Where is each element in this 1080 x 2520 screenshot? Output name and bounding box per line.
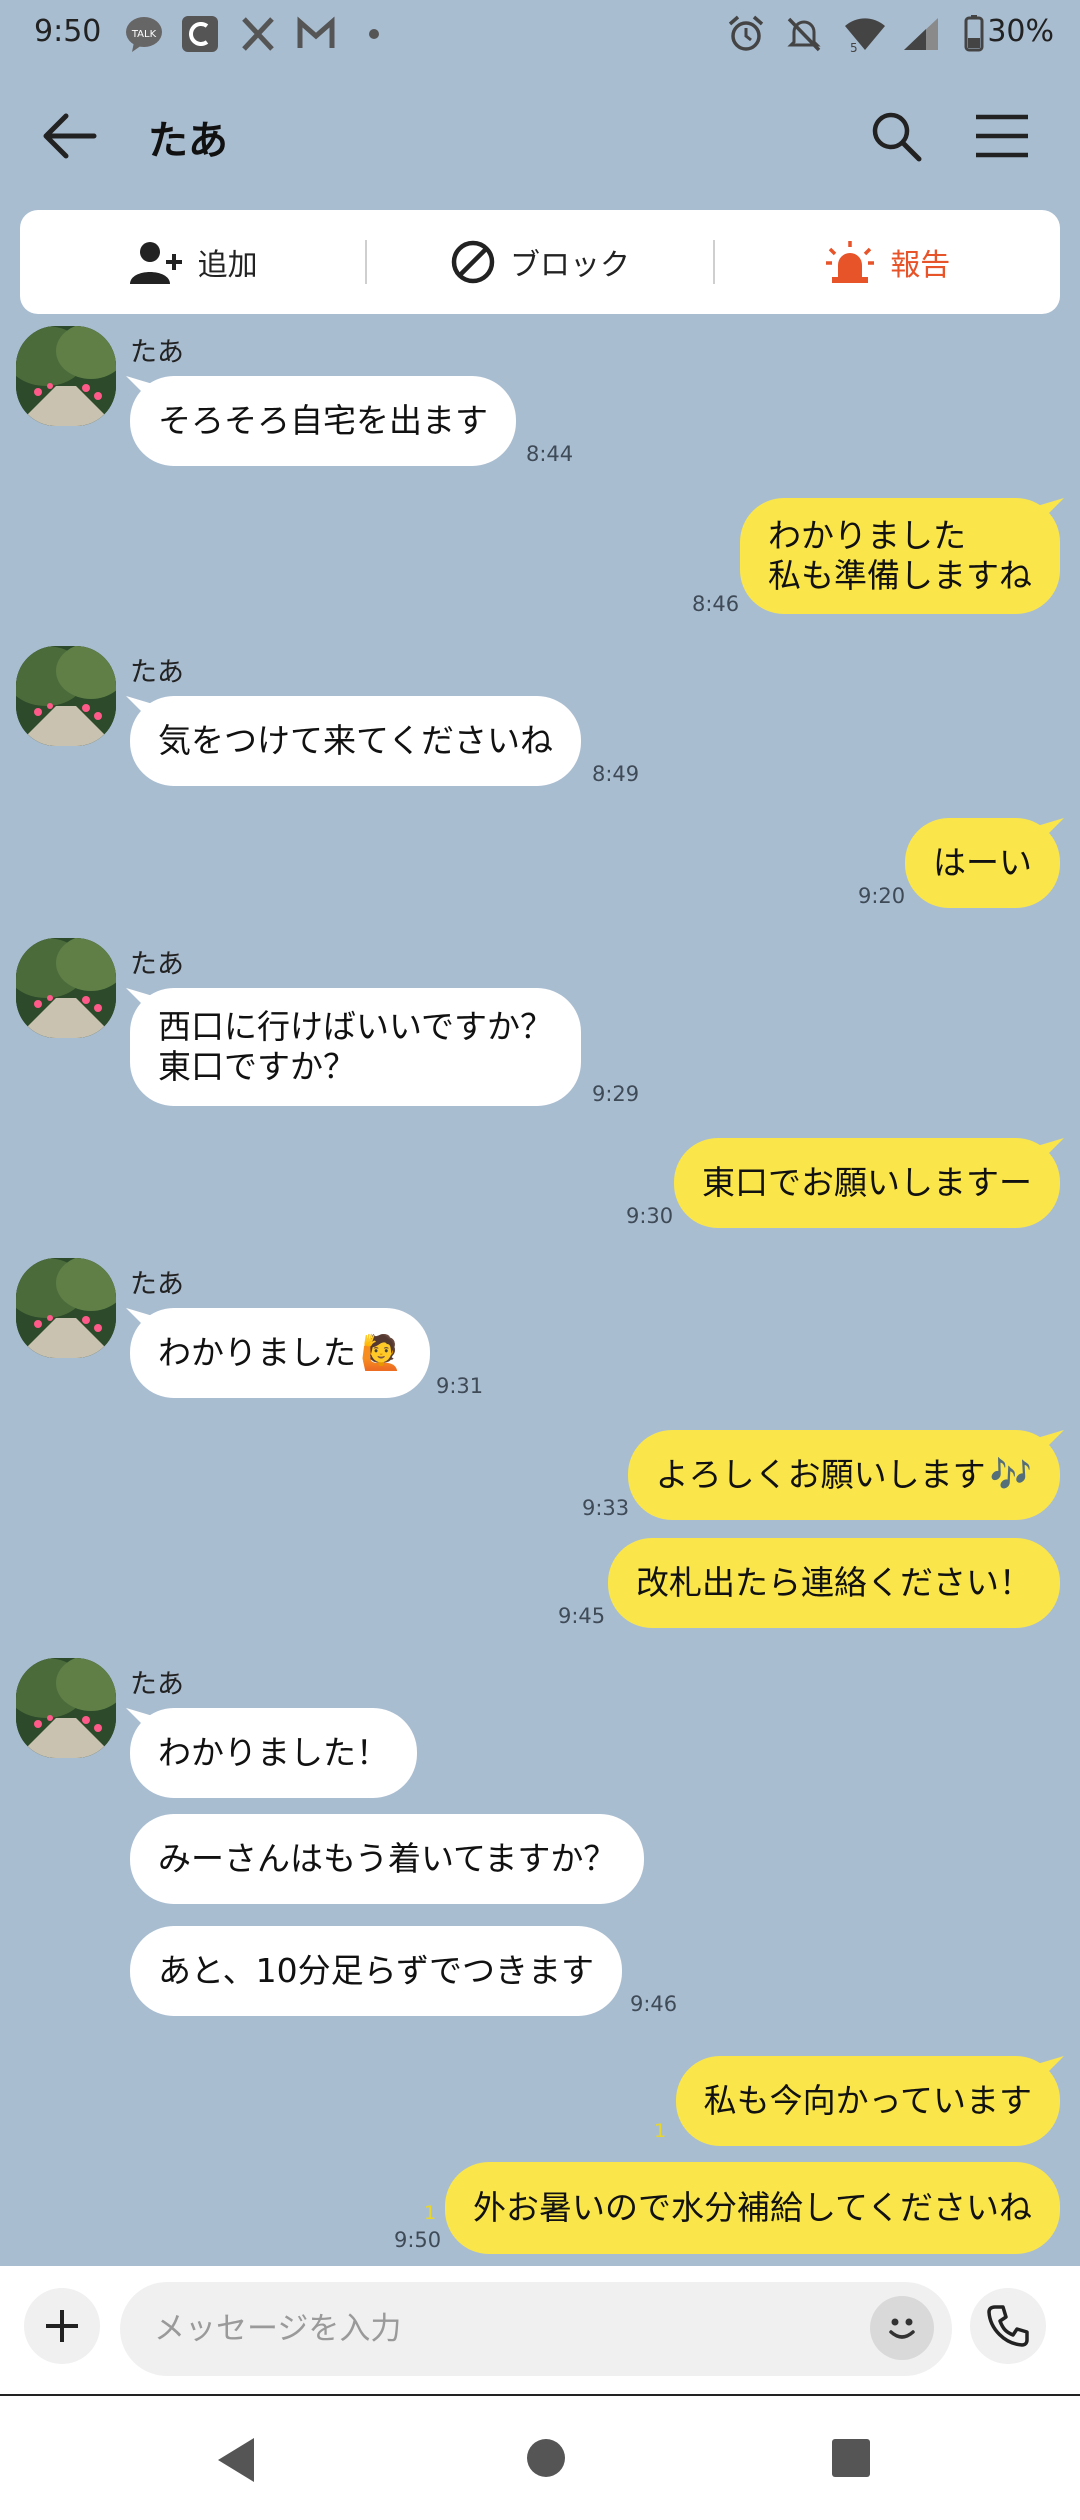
read-count: 1 [654, 2120, 667, 2142]
message-bubble-outgoing[interactable]: よろしくお願いします 🎶 [627, 1430, 1060, 1520]
avatar[interactable] [16, 938, 116, 1038]
message-time: 9:50 [394, 2228, 442, 2252]
sender-name: たあ [130, 1669, 184, 1700]
sender-name: たあ [130, 657, 184, 688]
system-nav-bar [0, 2394, 1080, 2520]
message-bubble-incoming[interactable]: 西口に行けばいいですか？ 東口ですか？ [130, 988, 582, 1106]
message-time: 9:46 [630, 1992, 678, 2016]
music-notes-emoji: 🎶 [989, 1455, 1032, 1495]
message-time: 8:44 [526, 442, 574, 466]
message-time: 9:33 [582, 1496, 630, 1520]
alarm-icon [728, 15, 764, 51]
message-bubble-incoming[interactable]: みーさんはもう着いてますか？ [130, 1814, 645, 1904]
message-text: わかりました 私も準備しますね [768, 516, 1032, 595]
avatar[interactable] [16, 326, 116, 426]
message-bubble-outgoing[interactable]: わかりました 私も準備しますね [740, 498, 1060, 614]
friend-action-bar: 追加 ブロック 報告 [20, 210, 1060, 314]
message-bubble-outgoing[interactable]: 私も今向かっています [675, 2056, 1060, 2146]
status-time: 9:50 [34, 14, 102, 49]
hamburger-menu-icon[interactable] [974, 112, 1030, 160]
dot-icon [369, 29, 379, 39]
report-button[interactable]: 報告 [715, 210, 1060, 314]
message-bubble-incoming[interactable]: わかりました 🙋 [130, 1308, 431, 1398]
battery-icon [964, 15, 984, 52]
message-bubble-outgoing[interactable]: はーい [905, 818, 1060, 908]
message-time: 9:29 [592, 1082, 640, 1106]
talk-icon: TALK [126, 17, 162, 52]
message-time: 9:30 [626, 1204, 674, 1228]
read-count: 1 [424, 2202, 437, 2224]
avatar[interactable] [16, 1258, 116, 1358]
siren-icon [826, 241, 875, 283]
svg-text:5: 5 [850, 41, 858, 54]
svg-text:TALK: TALK [131, 29, 157, 40]
sender-name: たあ [130, 1269, 184, 1300]
avatar[interactable] [16, 646, 116, 746]
sender-name: たあ [130, 337, 184, 368]
message-bubble-outgoing[interactable]: 東口でお願いしますー [674, 1138, 1060, 1228]
plus-icon [46, 2310, 78, 2342]
block-label: ブロック [509, 248, 630, 283]
attach-button[interactable] [24, 2288, 100, 2364]
avatar[interactable] [16, 1658, 116, 1758]
nav-home-icon[interactable] [526, 2436, 566, 2480]
message-time: 8:49 [592, 762, 640, 786]
mute-icon [787, 17, 821, 52]
message-time: 9:45 [558, 1604, 606, 1628]
chat-header: たあ [0, 90, 1080, 180]
nav-recents-icon[interactable] [830, 2436, 872, 2480]
message-time: 8:46 [692, 592, 740, 616]
status-bar: 9:50 TALK 5 30% [0, 0, 1080, 68]
sender-name: たあ [130, 949, 184, 980]
message-input[interactable] [120, 2282, 952, 2376]
block-icon [451, 240, 495, 284]
smiley-icon [889, 2318, 915, 2339]
chat-title: たあ [148, 118, 228, 164]
message-text: 西口に行けばいいですか？ 東口ですか？ [158, 1007, 554, 1086]
message-bubble-incoming[interactable]: 気をつけて来てくださいね [130, 696, 582, 786]
raising-hand-emoji: 🙋 [360, 1333, 403, 1373]
message-text: わかりました [158, 1333, 356, 1372]
phone-icon [987, 2305, 1029, 2347]
report-label: 報告 [890, 248, 951, 283]
block-button[interactable]: ブロック [367, 210, 712, 314]
x-icon [242, 17, 274, 51]
message-time: 9:20 [858, 884, 906, 908]
message-text: よろしくお願いします [655, 1455, 986, 1494]
message-bubble-incoming[interactable]: わかりました！ [130, 1708, 417, 1798]
c-app-icon [182, 16, 218, 52]
emoji-button[interactable] [870, 2296, 934, 2360]
wifi-icon: 5 [845, 18, 885, 54]
search-icon[interactable] [868, 108, 924, 164]
call-button[interactable] [970, 2288, 1046, 2364]
battery-percent: 30% [987, 14, 1054, 49]
gmail-icon [297, 16, 335, 48]
message-bubble-outgoing[interactable]: 改札出たら連絡ください！ [608, 1538, 1060, 1628]
signal-icon [904, 18, 938, 50]
message-time: 9:31 [436, 1374, 484, 1398]
back-arrow-icon[interactable] [40, 110, 100, 162]
message-bubble-outgoing[interactable]: 外お暑いので水分補給してくださいね [444, 2162, 1060, 2254]
add-person-icon [129, 242, 182, 284]
nav-back-icon[interactable] [214, 2436, 258, 2484]
add-friend-label: 追加 [197, 248, 258, 283]
add-friend-button[interactable]: 追加 [20, 210, 365, 314]
message-bubble-incoming[interactable]: あと、10分足らずでつきます [130, 1926, 623, 2016]
message-input-bar [0, 2266, 1080, 2394]
message-bubble-incoming[interactable]: そろそろ自宅を出ます [130, 376, 516, 466]
